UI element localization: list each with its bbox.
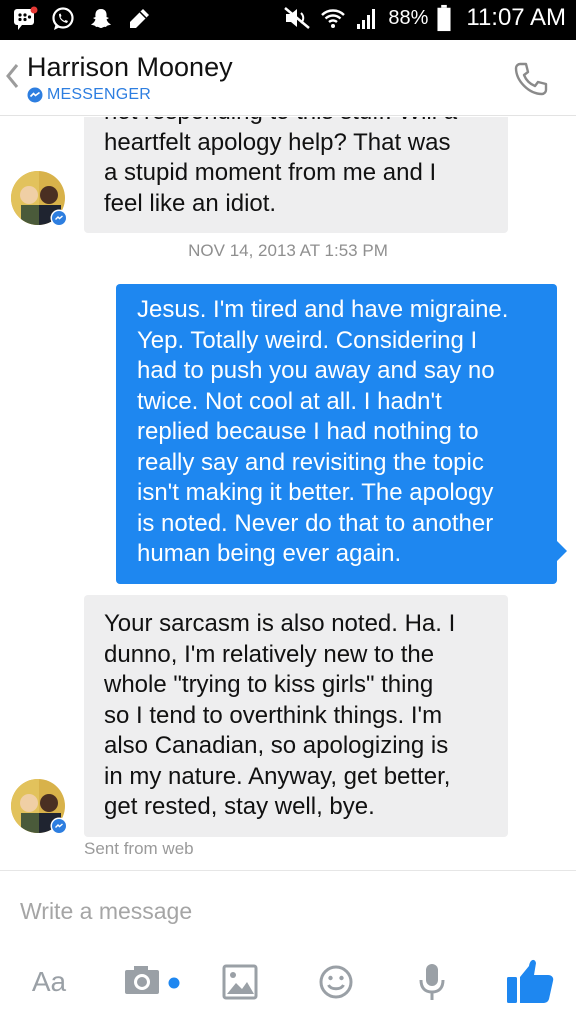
- pencil-icon: [130, 9, 149, 28]
- microphone-icon[interactable]: [414, 959, 450, 1005]
- emoji-icon[interactable]: [316, 959, 356, 1005]
- incoming-message-bubble[interactable]: Your sarcasm is also noted. Ha. I dunno,…: [84, 595, 508, 837]
- message-line: replied because I had nothing to: [137, 418, 479, 445]
- message-line: dunno, I'm relatively new to the: [104, 640, 435, 668]
- message-line: really say and revisiting the topic: [137, 448, 484, 476]
- bbm-icon: [14, 6, 38, 30]
- contact-avatar[interactable]: [11, 779, 69, 837]
- thumbs-up-icon[interactable]: [502, 953, 558, 1009]
- outgoing-message-bubble[interactable]: Jesus. I'm tired and have migraine. Yep.…: [116, 284, 567, 584]
- wifi-icon: [321, 9, 346, 28]
- sent-from-label: Sent from web: [84, 839, 194, 858]
- text-format-button[interactable]: Aa: [26, 959, 72, 1005]
- photo-icon[interactable]: [220, 959, 260, 1005]
- snapchat-icon: [91, 9, 111, 28]
- status-bar: 88% 11:07 AM: [0, 0, 576, 40]
- battery-percentage: 88%: [388, 6, 429, 29]
- contact-name[interactable]: Harrison Mooney: [27, 52, 233, 83]
- message-line: not responding to this stuff. Will a: [104, 117, 488, 128]
- system-indicators: 88% 11:07 AM: [282, 4, 566, 32]
- message-line: feel like an idiot.: [104, 189, 277, 217]
- message-line: had to push you away and say no: [137, 357, 495, 384]
- message-line: is noted. Never do that to another: [137, 509, 494, 537]
- whatsapp-icon: [52, 7, 74, 30]
- message-line: Your sarcasm is also noted. Ha. I: [104, 610, 456, 637]
- mute-icon: [284, 7, 311, 29]
- message-timestamp: NOV 14, 2013 AT 1:53 PM: [188, 241, 388, 260]
- clock: 11:07 AM: [466, 4, 566, 31]
- phone-icon[interactable]: [512, 60, 550, 98]
- notification-icons: [12, 6, 152, 32]
- conversation-header: Harrison Mooney MESSENGER: [0, 40, 576, 116]
- incoming-message-bubble[interactable]: not responding to this stuff. Will a hea…: [84, 117, 508, 233]
- contact-avatar[interactable]: [11, 171, 69, 229]
- messenger-text: MESSENGER: [47, 86, 152, 103]
- message-line: Yep. Totally weird. Considering I: [137, 326, 478, 354]
- camera-icon[interactable]: [122, 959, 184, 1005]
- message-composer: Aa: [0, 870, 576, 1024]
- message-line: so I tend to overthink things. I'm: [104, 701, 443, 729]
- message-line: human being ever again.: [137, 540, 402, 567]
- message-line: Jesus. I'm tired and have migraine.: [137, 296, 509, 323]
- message-line: twice. Not cool at all. I hadn't: [137, 387, 442, 415]
- message-line: whole "trying to kiss girls" thing: [104, 671, 434, 698]
- messenger-label: MESSENGER: [27, 86, 151, 104]
- message-line: heartfelt apology help? That was: [104, 128, 451, 156]
- message-line: isn't making it better. The apology: [137, 479, 494, 506]
- signal-icon: [357, 9, 376, 29]
- back-chevron-icon[interactable]: [4, 62, 20, 90]
- message-line: a stupid moment from me and I: [104, 159, 437, 186]
- messenger-badge-icon: [27, 87, 43, 103]
- message-input[interactable]: [20, 895, 550, 927]
- message-line: also Canadian, so apologizing is: [104, 732, 449, 759]
- message-thread[interactable]: not responding to this stuff. Will a hea…: [0, 117, 576, 870]
- message-line: get rested, stay well, bye.: [104, 793, 375, 820]
- message-line: in my nature. Anyway, get better,: [104, 762, 451, 790]
- battery-icon: [437, 4, 451, 32]
